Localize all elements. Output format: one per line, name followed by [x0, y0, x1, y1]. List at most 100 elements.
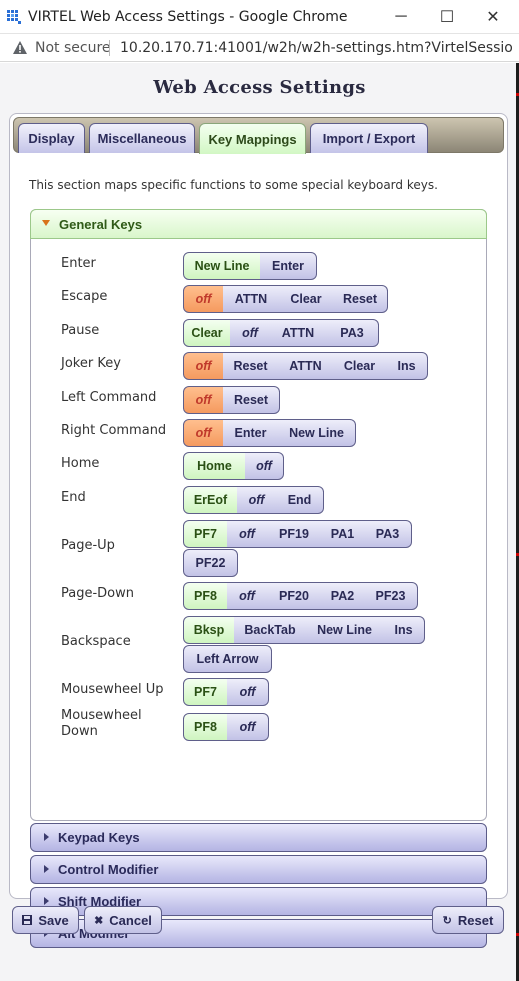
collapsed-triangle-icon — [44, 833, 49, 841]
option-home-off[interactable]: off — [245, 452, 284, 480]
option-pause-off[interactable]: off — [230, 319, 271, 347]
option-pageup-pa3[interactable]: PA3 — [364, 520, 412, 548]
refresh-icon: ↻ — [442, 914, 452, 927]
intro-text: This section maps specific functions to … — [29, 178, 438, 192]
cancel-button[interactable]: ✖ Cancel — [84, 906, 162, 934]
settings-page: Web Access Settings Display Miscellaneou… — [0, 63, 519, 981]
option-backspace-left-arrow[interactable]: Left Arrow — [183, 645, 272, 673]
row-label-mousewheel-down-line2: Down — [61, 724, 98, 739]
option-wheeldown-pf8[interactable]: PF8 — [183, 713, 228, 741]
option-leftcmd-reset[interactable]: Reset — [223, 386, 280, 414]
row-label-mousewheel-up: Mousewheel Up — [61, 682, 164, 697]
option-pagedown-pf20[interactable]: PF20 — [267, 582, 322, 610]
save-button[interactable]: Save — [12, 906, 79, 934]
settings-panel: Display Miscellaneous Key Mappings Impor… — [9, 113, 508, 948]
url-text[interactable]: 10.20.170.71:41001/w2h/w2h-settings.htm?… — [120, 40, 512, 56]
option-rightcmd-off[interactable]: off — [183, 419, 224, 447]
option-backspace-new-line[interactable]: New Line — [306, 616, 384, 644]
row-label-pause: Pause — [61, 323, 100, 338]
keypad-keys-section[interactable]: Keypad Keys — [30, 823, 487, 852]
row-label-backspace: Backspace — [61, 634, 131, 649]
option-pagedown-pf23[interactable]: PF23 — [364, 582, 418, 610]
maximize-button[interactable]: ☐ — [434, 6, 460, 28]
control-modifier-section[interactable]: Control Modifier — [30, 855, 487, 884]
collapsed-triangle-icon — [44, 897, 49, 905]
option-escape-reset[interactable]: Reset — [333, 285, 388, 313]
expanded-triangle-icon — [42, 220, 50, 226]
save-label: Save — [38, 912, 69, 928]
control-modifier-title: Control Modifier — [58, 862, 159, 877]
tab-miscellaneous[interactable]: Miscellaneous — [89, 123, 195, 153]
address-separator — [109, 40, 110, 56]
option-escape-attn[interactable]: ATTN — [223, 285, 280, 313]
option-backspace-bksp[interactable]: Bksp — [183, 616, 235, 644]
row-label-left-command: Left Command — [61, 390, 157, 405]
option-wheelup-pf7[interactable]: PF7 — [183, 678, 228, 706]
option-joker-clear[interactable]: Clear — [333, 352, 387, 380]
option-pause-clear[interactable]: Clear — [183, 319, 231, 347]
x-icon: ✖ — [94, 914, 104, 927]
tab-bar: Display Miscellaneous Key Mappings Impor… — [13, 117, 504, 154]
tab-key-mappings[interactable]: Key Mappings — [199, 123, 306, 154]
option-pageup-pf7[interactable]: PF7 — [183, 520, 228, 548]
row-label-enter: Enter — [61, 256, 96, 271]
row-label-mousewheel-down: Mousewheel Down — [61, 708, 142, 740]
tab-display[interactable]: Display — [18, 123, 85, 153]
option-home-home[interactable]: Home — [183, 452, 246, 480]
virtel-grid-icon — [7, 10, 21, 24]
option-pageup-pf22[interactable]: PF22 — [183, 549, 238, 577]
option-joker-ins[interactable]: Ins — [386, 352, 428, 380]
row-label-page-up: Page-Up — [61, 538, 115, 553]
option-pagedown-pa2[interactable]: PA2 — [321, 582, 365, 610]
option-escape-clear[interactable]: Clear — [279, 285, 334, 313]
option-joker-off[interactable]: off — [183, 352, 224, 380]
general-keys-title: General Keys — [59, 217, 143, 232]
option-rightcmd-new-line[interactable]: New Line — [278, 419, 356, 447]
row-label-end: End — [61, 490, 86, 505]
option-enter-new-line[interactable]: New Line — [183, 252, 261, 280]
option-backspace-backtab[interactable]: BackTab — [234, 616, 307, 644]
floppy-disk-icon — [22, 915, 33, 925]
option-leftcmd-off[interactable]: off — [183, 386, 224, 414]
close-window-button[interactable]: ✕ — [480, 6, 506, 28]
option-end-off[interactable]: off — [237, 486, 277, 514]
option-pageup-off[interactable]: off — [227, 520, 268, 548]
page-title: Web Access Settings — [153, 77, 366, 98]
row-label-right-command: Right Command — [61, 423, 167, 438]
option-joker-reset[interactable]: Reset — [223, 352, 279, 380]
row-label-page-down: Page-Down — [61, 586, 134, 601]
row-label-joker-key: Joker Key — [61, 356, 121, 371]
row-label-mousewheel-down-line1: Mousewheel — [61, 708, 142, 723]
option-pause-attn[interactable]: ATTN — [270, 319, 327, 347]
keypad-keys-title: Keypad Keys — [58, 830, 140, 845]
option-pause-pa3[interactable]: PA3 — [326, 319, 379, 347]
tab-import-export[interactable]: Import / Export — [310, 123, 428, 153]
option-rightcmd-enter[interactable]: Enter — [223, 419, 279, 447]
option-backspace-ins[interactable]: Ins — [383, 616, 425, 644]
reset-button[interactable]: ↻ Reset — [432, 906, 504, 934]
option-pageup-pa1[interactable]: PA1 — [321, 520, 365, 548]
general-keys-section: General Keys Enter New Line Enter Escape… — [30, 209, 487, 821]
minimize-button[interactable]: ─ — [388, 6, 414, 28]
collapsed-triangle-icon — [44, 865, 49, 873]
option-end-ereof[interactable]: ErEof — [183, 486, 238, 514]
window-title-bar: VIRTEL Web Access Settings - Google Chro… — [0, 0, 519, 34]
option-pagedown-pf8[interactable]: PF8 — [183, 582, 228, 610]
option-joker-attn[interactable]: ATTN — [278, 352, 334, 380]
address-bar[interactable]: Not secure 10.20.170.71:41001/w2h/w2h-se… — [0, 34, 519, 62]
option-enter-enter[interactable]: Enter — [260, 252, 317, 280]
option-pageup-pf19[interactable]: PF19 — [267, 520, 322, 548]
row-label-escape: Escape — [61, 289, 108, 304]
row-label-home: Home — [61, 456, 100, 471]
option-escape-off[interactable]: off — [183, 285, 224, 313]
warning-icon[interactable] — [12, 40, 28, 56]
reset-label: Reset — [457, 912, 494, 928]
option-wheelup-off[interactable]: off — [227, 678, 269, 706]
window-title: VIRTEL Web Access Settings - Google Chro… — [28, 9, 348, 25]
option-pagedown-off[interactable]: off — [227, 582, 268, 610]
general-keys-header[interactable]: General Keys — [30, 209, 487, 239]
option-end-end[interactable]: End — [276, 486, 324, 514]
not-secure-label[interactable]: Not secure — [35, 40, 111, 56]
option-wheeldown-off[interactable]: off — [227, 713, 269, 741]
cancel-label: Cancel — [109, 912, 152, 928]
